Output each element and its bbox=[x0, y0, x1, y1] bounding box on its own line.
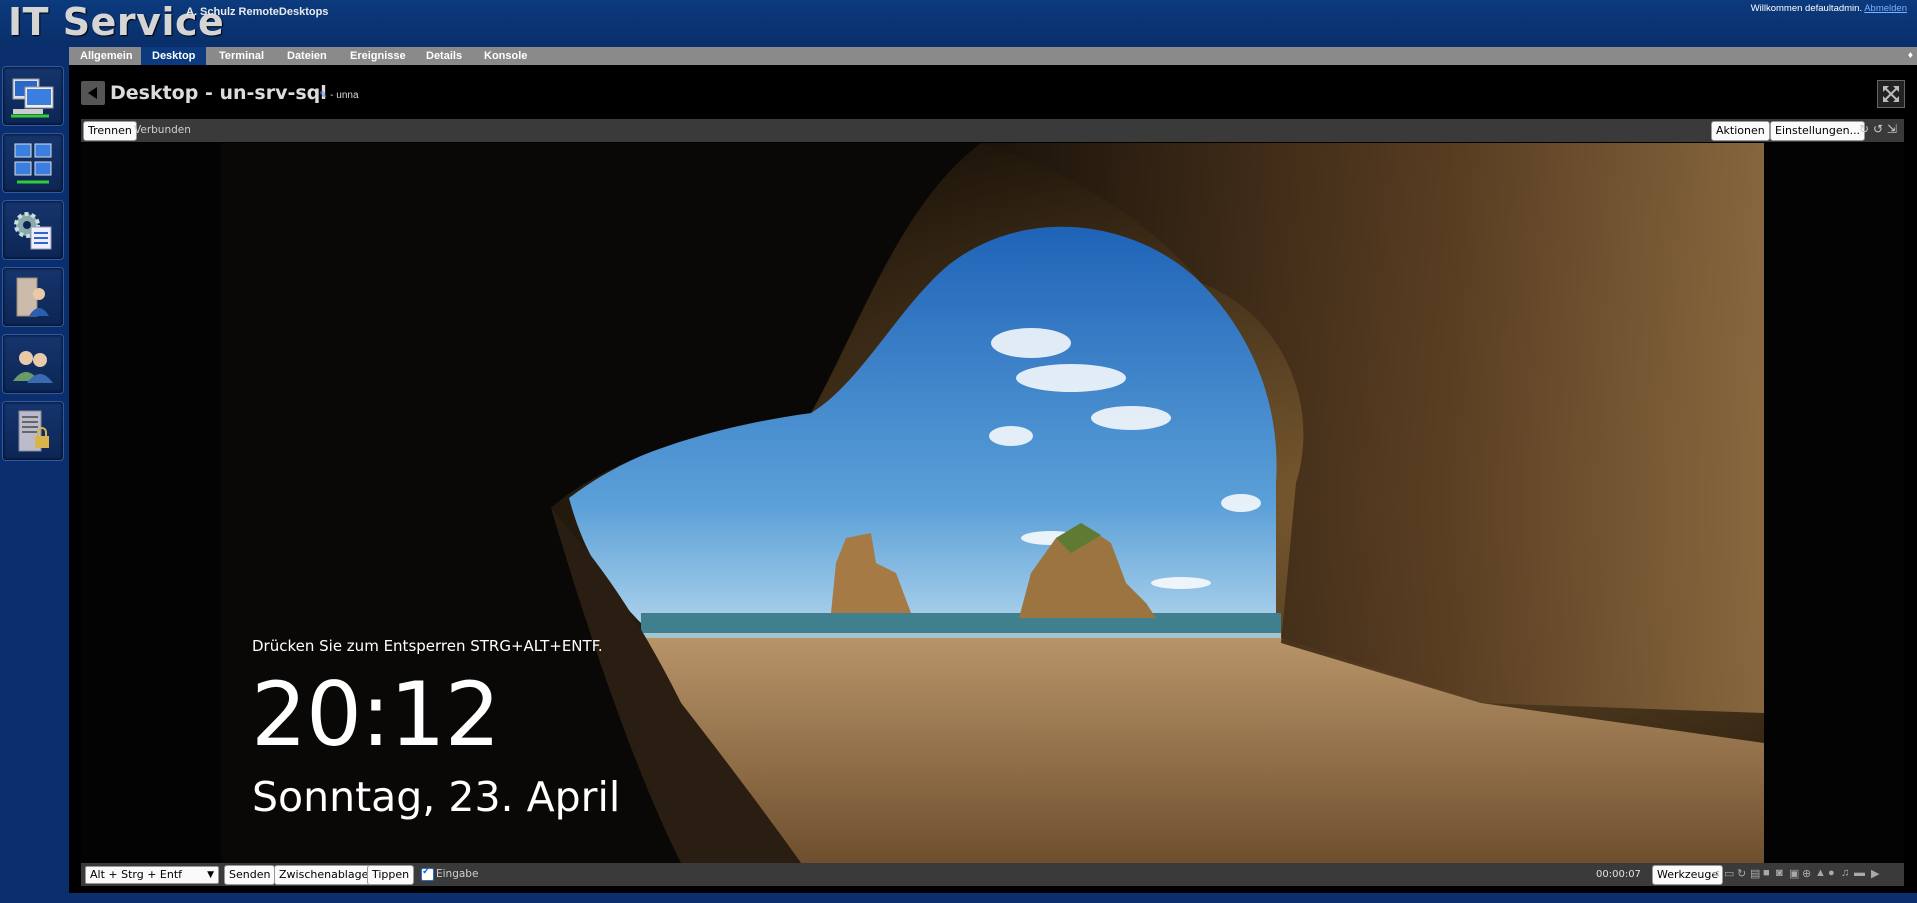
lock-date: Sonntag, 23. April bbox=[252, 773, 621, 821]
resize-icon[interactable]: ⇲ bbox=[1887, 122, 1897, 136]
input-checkbox-label: Eingabe bbox=[436, 868, 479, 880]
tab-ereignisse[interactable]: Ereignisse bbox=[339, 47, 417, 65]
connection-status: Verbunden bbox=[134, 124, 191, 136]
input-checkbox[interactable] bbox=[421, 866, 434, 881]
rotate-icon[interactable]: ↺ bbox=[1873, 122, 1883, 136]
tab-bar: Allgemein Desktop Terminal Dateien Ereig… bbox=[69, 47, 1917, 65]
share-icon[interactable]: ⋖ bbox=[1711, 867, 1720, 880]
fullscreen-button[interactable] bbox=[1877, 80, 1905, 108]
tab-terminal[interactable]: Terminal bbox=[208, 47, 275, 65]
desktop-computers-icon bbox=[11, 78, 54, 118]
page-title: Desktop - un-srv-sql bbox=[110, 82, 327, 104]
fullscreen-icon bbox=[1883, 86, 1899, 102]
main-panel: Desktop - un-srv-sql ✎ - unna Trennen Ve… bbox=[69, 65, 1917, 893]
nav-server-lock[interactable] bbox=[2, 401, 64, 461]
nav-users[interactable] bbox=[2, 334, 64, 394]
reload-icon[interactable]: ↻ bbox=[1737, 867, 1746, 880]
page-subtitle: ✎ - unna bbox=[319, 90, 359, 101]
video-icon[interactable]: ■ bbox=[1763, 867, 1770, 879]
tab-allgemein[interactable]: Allgemein bbox=[69, 47, 144, 65]
monitor-icon[interactable]: ▭ bbox=[1724, 867, 1734, 880]
user-door-icon bbox=[16, 277, 49, 317]
nav-desktop-computers[interactable] bbox=[2, 66, 64, 126]
refresh-icon[interactable]: ↻ bbox=[1859, 122, 1869, 136]
multi-desktop-icon bbox=[14, 143, 52, 184]
back-arrow-icon bbox=[88, 87, 97, 99]
key-combo-value: Alt + Strg + Entf bbox=[90, 868, 183, 881]
brand-subtitle: A. Schulz RemoteDesktops bbox=[186, 6, 329, 18]
chat-icon[interactable]: ▬ bbox=[1854, 867, 1865, 879]
clipboard-button[interactable]: Zwischenablage bbox=[274, 865, 374, 885]
desktop-bottom-bar: Alt + Strg + Entf ▼ Senden Zwischenablag… bbox=[81, 863, 1904, 886]
chevron-down-icon: ▼ bbox=[207, 870, 214, 880]
clipboard-icon[interactable]: ▤ bbox=[1750, 867, 1760, 880]
type-button[interactable]: Tippen bbox=[367, 865, 415, 885]
settings-button[interactable]: Einstellungen... bbox=[1770, 121, 1866, 141]
nav-multi-desktop[interactable] bbox=[2, 133, 64, 193]
edit-pencil-icon[interactable]: ✎ bbox=[319, 90, 327, 101]
lock-icon[interactable]: ▲ bbox=[1815, 867, 1826, 879]
user-icon[interactable]: ● bbox=[1828, 867, 1835, 879]
lock-time: 20:12 bbox=[251, 663, 501, 766]
logout-link[interactable]: Abmelden bbox=[1864, 3, 1907, 14]
remote-desktop-screen[interactable]: Drücken Sie zum Entsperren STRG+ALT+ENTF… bbox=[81, 143, 1904, 863]
welcome-text: Willkommen defaultadmin. bbox=[1750, 3, 1863, 14]
send-button[interactable]: Senden bbox=[224, 865, 276, 885]
tab-dateien[interactable]: Dateien bbox=[276, 47, 338, 65]
users-icon bbox=[13, 351, 53, 383]
image-icon[interactable]: ▣ bbox=[1789, 867, 1799, 880]
globe-icon[interactable]: ⊕ bbox=[1802, 867, 1811, 880]
page-subtitle-text: - unna bbox=[330, 90, 359, 101]
welcome-area: Willkommen defaultadmin. Abmelden bbox=[1751, 3, 1907, 14]
desktop-toolbar: Trennen Verbunden Aktionen Einstellungen… bbox=[81, 119, 1904, 142]
nav-user-session[interactable] bbox=[2, 267, 64, 327]
disconnect-button[interactable]: Trennen bbox=[83, 121, 137, 141]
server-lock-icon bbox=[18, 410, 49, 452]
tab-details[interactable]: Details bbox=[415, 47, 473, 65]
settings-checklist-icon bbox=[14, 212, 52, 250]
key-combo-select[interactable]: Alt + Strg + Entf ▼ bbox=[85, 866, 219, 884]
bell-icon[interactable]: ♫ bbox=[1841, 867, 1849, 879]
header: IT Service A. Schulz RemoteDesktops Will… bbox=[0, 0, 1917, 46]
tab-desktop[interactable]: Desktop bbox=[141, 47, 207, 65]
pin-icon[interactable]: ♦ bbox=[1908, 47, 1913, 65]
actions-button[interactable]: Aktionen bbox=[1711, 121, 1770, 141]
play-icon[interactable]: ▶ bbox=[1871, 867, 1879, 880]
tab-konsole[interactable]: Konsole bbox=[473, 47, 538, 65]
camera-icon[interactable]: ◙ bbox=[1776, 867, 1783, 879]
nav-settings[interactable] bbox=[2, 200, 64, 260]
back-button[interactable] bbox=[81, 81, 105, 105]
session-timer: 00:00:07 bbox=[1596, 869, 1641, 880]
left-nav bbox=[2, 66, 64, 468]
lock-message: Drücken Sie zum Entsperren STRG+ALT+ENTF… bbox=[252, 637, 603, 655]
